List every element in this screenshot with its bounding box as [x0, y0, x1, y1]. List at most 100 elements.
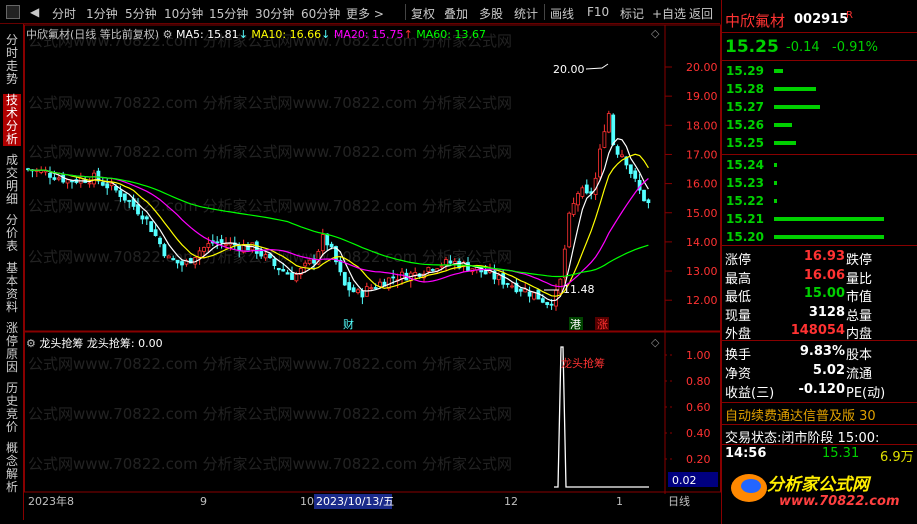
price-tick: 19.00 — [686, 90, 718, 103]
order-book-row[interactable]: 15.27 — [726, 100, 764, 114]
time-label-0: 2023年8 — [28, 494, 74, 508]
settings-icon[interactable]: ⚙ — [163, 28, 173, 41]
candle — [320, 234, 325, 252]
side-tab-price-table[interactable]: 分价表 — [3, 214, 21, 253]
candle — [483, 270, 488, 275]
ma-lines — [27, 138, 649, 302]
side-tab-auction[interactable]: 历史竞价 — [3, 382, 21, 434]
tab-period-10min[interactable]: 10分钟 — [164, 5, 203, 22]
stat-label: 最高 — [725, 271, 752, 287]
candle — [373, 287, 378, 289]
price-tick: 15.00 — [686, 207, 718, 220]
mark-button[interactable]: 标记 — [620, 5, 644, 22]
tab-period-30min[interactable]: 30分钟 — [255, 5, 294, 22]
side-tab-tech[interactable]: 技术分析 — [3, 94, 21, 146]
draw-line-button[interactable]: 画线 — [550, 5, 574, 22]
badge-cai[interactable]: 财 — [343, 317, 354, 331]
candle — [444, 259, 448, 266]
stat-label-2: PE(动) — [846, 386, 886, 401]
order-book-bar — [774, 87, 816, 91]
logo-text: 分析家公式网 — [767, 475, 869, 495]
order-book-row[interactable]: 15.22 — [726, 194, 764, 208]
candle — [48, 172, 52, 178]
order-book-bar — [774, 105, 821, 109]
high-marker-line — [585, 63, 609, 70]
badge-gang[interactable]: 港 — [570, 318, 581, 331]
order-book-row[interactable]: 15.29 — [726, 64, 764, 78]
tab-period-1min[interactable]: 1分钟 — [86, 5, 118, 22]
diamond-icon[interactable]: ◇ — [651, 27, 659, 40]
candle — [202, 247, 206, 252]
stat-value: 9.83% — [799, 344, 845, 359]
candle — [140, 215, 145, 220]
candle — [646, 199, 651, 204]
candle — [263, 254, 268, 259]
candle — [259, 250, 264, 257]
stat-value: 5.02 — [812, 363, 845, 378]
svg-text:公式网www.70822.com 分析家公式网www.708: 公式网www.70822.com 分析家公式网www.70822.com 分析家… — [28, 455, 512, 473]
back-button[interactable]: 返回 — [689, 5, 713, 22]
low-marker: 11.48 — [563, 283, 595, 296]
tab-period-fenshi[interactable]: 分时 — [52, 5, 76, 22]
order-book-row[interactable]: 15.23 — [726, 176, 764, 190]
candle — [545, 302, 550, 305]
menu-icon[interactable] — [6, 5, 20, 19]
candle — [510, 285, 514, 288]
candle — [294, 274, 299, 282]
candle — [162, 244, 167, 257]
sub-axis: 1.00 0.80 0.60 0.40 0.20 — [686, 349, 711, 466]
candle — [175, 259, 180, 264]
fuquan-button[interactable]: 复权 — [411, 5, 435, 22]
candle — [87, 182, 92, 185]
badge-zhang[interactable]: 涨 — [597, 318, 608, 331]
order-book-row[interactable]: 15.28 — [726, 82, 764, 96]
stat-value: 15.00 — [803, 286, 845, 301]
tab-period-60min[interactable]: 60分钟 — [301, 5, 340, 22]
candle — [466, 262, 470, 271]
side-tab-deals[interactable]: 成交明细 — [3, 154, 21, 206]
order-book-row[interactable]: 15.24 — [726, 158, 764, 172]
sub-tick: 0.80 — [686, 375, 711, 388]
tick-price: 15.31 — [822, 446, 860, 461]
add-watchlist-button[interactable]: +自选 — [652, 5, 686, 22]
order-book-row[interactable]: 15.21 — [726, 212, 764, 226]
stat-label: 涨停 — [725, 253, 752, 268]
promo-banner[interactable]: 自动续费通达信普及版 30 — [725, 405, 876, 424]
kline-chart[interactable]: 公式网www.70822.com 分析家公式网www.70822.com 分析家… — [24, 24, 721, 520]
order-book-row[interactable]: 15.26 — [726, 118, 764, 132]
candle — [356, 289, 360, 294]
overlay-button[interactable]: 叠加 — [444, 5, 468, 22]
sub-diamond-icon[interactable]: ◇ — [651, 336, 659, 349]
candle — [611, 114, 616, 146]
candle — [56, 177, 61, 180]
candle — [554, 289, 558, 307]
candle — [598, 148, 602, 178]
candle — [584, 184, 589, 194]
side-tab-fenshi[interactable]: 分时走势 — [3, 34, 21, 86]
f10-button[interactable]: F10 — [587, 5, 609, 19]
side-tab-basic[interactable]: 基本资料 — [3, 262, 21, 314]
tab-period-more[interactable]: 更多 > — [346, 5, 384, 22]
candle — [92, 172, 96, 185]
ma5-label: MA5: 15.81 — [175, 28, 239, 41]
ma20-line — [27, 169, 649, 288]
stat-label-2: 市值 — [846, 290, 873, 305]
order-book-row[interactable]: 15.25 — [726, 136, 764, 150]
stats-button[interactable]: 统计 — [514, 5, 538, 22]
tab-period-15min[interactable]: 15分钟 — [209, 5, 248, 22]
candle — [501, 273, 506, 285]
candle — [448, 260, 453, 264]
order-book-row[interactable]: 15.20 — [726, 230, 764, 244]
order-book-bar — [774, 123, 792, 127]
high-marker: 20.00 — [553, 63, 585, 76]
multi-stock-button[interactable]: 多股 — [479, 5, 503, 22]
candle — [369, 287, 374, 290]
candle — [571, 202, 576, 215]
stat-label: 收益(三) — [725, 386, 775, 401]
candle — [109, 183, 114, 187]
tab-period-5min[interactable]: 5分钟 — [125, 5, 157, 22]
side-tab-concept[interactable]: 概念解析 — [3, 442, 21, 494]
candle — [642, 189, 646, 202]
sub-settings-icon[interactable]: ⚙ — [26, 337, 36, 350]
side-tab-limit-reason[interactable]: 涨停原因 — [3, 322, 21, 374]
